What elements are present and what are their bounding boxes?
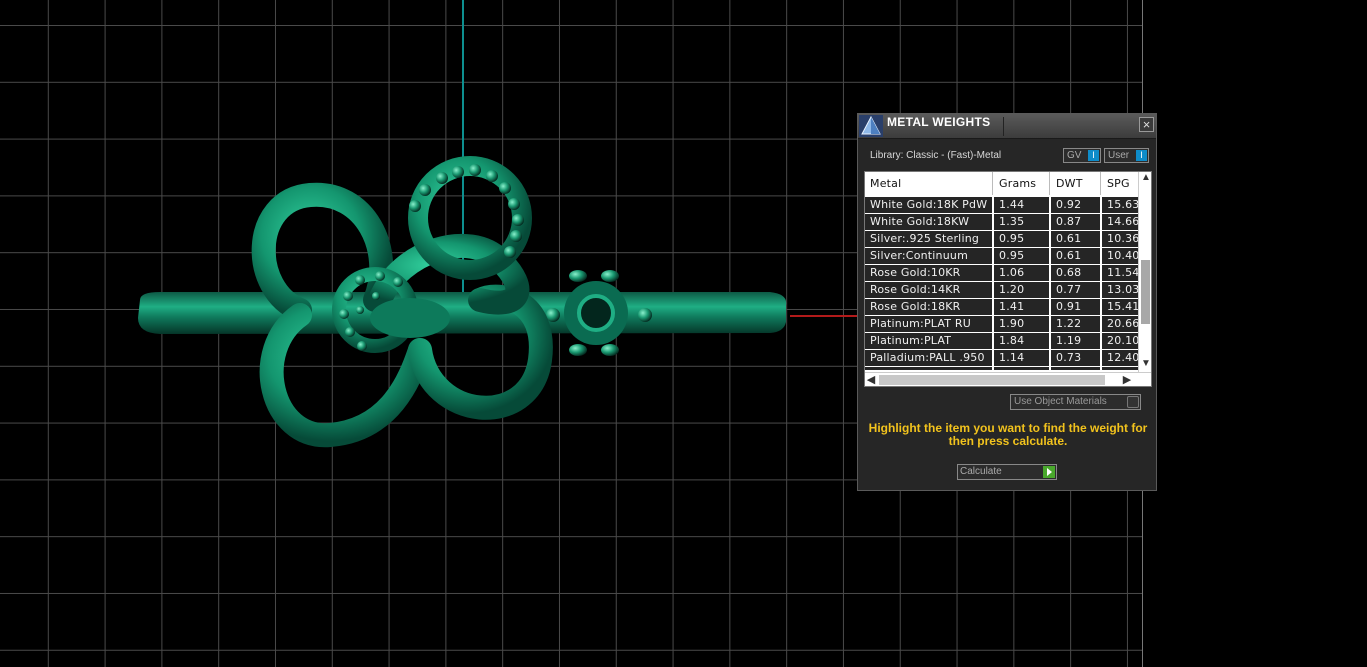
cell-grams: 0.95 <box>994 231 1050 247</box>
cell-spg: 11.54 <box>1102 265 1138 281</box>
table-row[interactable]: Platinum:PLAT 1.84 1.19 20.10 <box>865 333 1138 350</box>
cell-metal: Rose Gold:18KR <box>865 299 993 315</box>
checkbox-icon <box>1127 396 1139 408</box>
cell-dwt: 0.68 <box>1051 265 1101 281</box>
cell-spg: 20.66 <box>1102 316 1138 332</box>
table-row[interactable]: Platinum:PLAT RU 1.90 1.22 20.66 <box>865 316 1138 333</box>
gv-toggle-label: GV <box>1067 150 1082 161</box>
cell-metal: Rose Gold:14KR <box>865 282 993 298</box>
column-header-spg[interactable]: SPG <box>1102 172 1138 195</box>
metal-weights-panel: METAL WEIGHTS × Library: Classic - (Fast… <box>857 113 1157 491</box>
cell-grams: 1.84 <box>994 333 1050 349</box>
metal-weights-table[interactable]: Metal Grams DWT SPG White Gold:18K PdW 1.… <box>864 171 1152 387</box>
table-row[interactable]: Rose Gold:10KR 1.06 0.68 11.54 <box>865 265 1138 282</box>
cell-spg: 10.36 <box>1102 231 1138 247</box>
cell-grams: 1.14 <box>994 350 1050 366</box>
cell-dwt: 0.73 <box>1051 350 1101 366</box>
vertical-scroll-thumb[interactable] <box>1141 260 1150 324</box>
title-divider <box>1003 117 1004 136</box>
table-row[interactable]: Rose Gold:14KR 1.20 0.77 13.03 <box>865 282 1138 299</box>
table-row[interactable]: White Gold:18K PdW 1.44 0.92 15.63 <box>865 197 1138 214</box>
toggle-indicator-icon: I <box>1136 150 1147 161</box>
cell-grams: 0.95 <box>994 248 1050 264</box>
scroll-up-icon[interactable]: ▲ <box>1139 172 1151 184</box>
calculate-button[interactable]: Calculate <box>957 464 1057 480</box>
vertical-scrollbar[interactable]: ▲ ▼ <box>1138 172 1151 372</box>
scroll-down-icon[interactable]: ▼ <box>1139 358 1151 370</box>
cell-grams: 1.90 <box>994 316 1050 332</box>
play-arrow-icon <box>1043 466 1055 478</box>
instruction-text: Highlight the item you want to find the … <box>868 421 1148 448</box>
cell-spg: 15.41 <box>1102 299 1138 315</box>
cell-dwt: 0.92 <box>1051 197 1101 213</box>
column-header-dwt[interactable]: DWT <box>1051 172 1101 195</box>
cell-metal: Green Gold:10KG <box>865 367 993 370</box>
scroll-left-icon[interactable]: ◀ <box>865 373 877 386</box>
cell-grams: 1.35 <box>994 214 1050 230</box>
gv-toggle[interactable]: GV I <box>1063 148 1101 163</box>
table-row[interactable]: Rose Gold:18KR 1.41 0.91 15.41 <box>865 299 1138 316</box>
cell-spg: 12.40 <box>1102 350 1138 366</box>
cell-metal: White Gold:18KW <box>865 214 993 230</box>
panel-titlebar[interactable]: METAL WEIGHTS × <box>858 114 1156 139</box>
use-object-materials-label: Use Object Materials <box>1014 396 1107 407</box>
toggle-indicator-icon: I <box>1088 150 1099 161</box>
cell-grams: 1.14 <box>994 367 1050 370</box>
cell-dwt: 1.19 <box>1051 333 1101 349</box>
cell-metal: Platinum:PLAT <box>865 333 993 349</box>
cell-spg: 20.10 <box>1102 333 1138 349</box>
pyramid-app-icon <box>859 115 883 137</box>
cell-metal: Rose Gold:10KR <box>865 265 993 281</box>
cell-spg: 15.63 <box>1102 197 1138 213</box>
cell-grams: 1.44 <box>994 197 1050 213</box>
cell-spg: 10.40 <box>1102 248 1138 264</box>
close-button[interactable]: × <box>1139 117 1154 132</box>
cell-grams: 1.06 <box>994 265 1050 281</box>
cell-metal: Silver:Continuum <box>865 248 993 264</box>
user-toggle-label: User <box>1108 150 1130 161</box>
use-object-materials-toggle[interactable]: Use Object Materials <box>1010 394 1141 410</box>
library-label: Library: Classic - (Fast)-Metal <box>870 150 1002 161</box>
cell-dwt: 1.22 <box>1051 316 1101 332</box>
table-row[interactable]: Silver:.925 Sterling 0.95 0.61 10.36 <box>865 231 1138 248</box>
cell-grams: 1.41 <box>994 299 1050 315</box>
cell-spg: 14.66 <box>1102 214 1138 230</box>
table-rows: White Gold:18K PdW 1.44 0.92 15.63 White Gol… <box>865 197 1138 370</box>
cell-spg: 12.44 <box>1102 367 1138 370</box>
cell-dwt: 0.61 <box>1051 231 1101 247</box>
cell-grams: 1.20 <box>994 282 1050 298</box>
cell-dwt: 0.87 <box>1051 214 1101 230</box>
column-header-grams[interactable]: Grams <box>994 172 1050 195</box>
table-body: Metal Grams DWT SPG White Gold:18K PdW 1.… <box>865 172 1138 370</box>
horizontal-scroll-thumb[interactable] <box>879 375 1105 385</box>
cell-dwt: 0.91 <box>1051 299 1101 315</box>
scroll-right-icon[interactable]: ▶ <box>1121 373 1133 386</box>
table-header-row: Metal Grams DWT SPG <box>865 172 1138 197</box>
cell-dwt: 0.61 <box>1051 248 1101 264</box>
table-row[interactable]: Silver:Continuum 0.95 0.61 10.40 <box>865 248 1138 265</box>
cell-metal: White Gold:18K PdW <box>865 197 993 213</box>
horizontal-scrollbar[interactable]: ◀ ▶ <box>865 372 1151 386</box>
cell-metal: Platinum:PLAT RU <box>865 316 993 332</box>
user-toggle[interactable]: User I <box>1104 148 1149 163</box>
cell-dwt: 0.73 <box>1051 367 1101 370</box>
table-row[interactable]: Green Gold:10KG1.140.7312.44 <box>865 367 1138 370</box>
panel-title: METAL WEIGHTS <box>887 115 991 129</box>
column-header-metal[interactable]: Metal <box>865 172 993 195</box>
calculate-label: Calculate <box>960 466 1002 477</box>
table-row[interactable]: Palladium:PALL .950 1.14 0.73 12.40 <box>865 350 1138 367</box>
cell-metal: Palladium:PALL .950 <box>865 350 993 366</box>
cell-dwt: 0.77 <box>1051 282 1101 298</box>
table-row[interactable]: White Gold:18KW 1.35 0.87 14.66 <box>865 214 1138 231</box>
ring-shank <box>138 292 787 334</box>
cell-metal: Silver:.925 Sterling <box>865 231 993 247</box>
cell-spg: 13.03 <box>1102 282 1138 298</box>
